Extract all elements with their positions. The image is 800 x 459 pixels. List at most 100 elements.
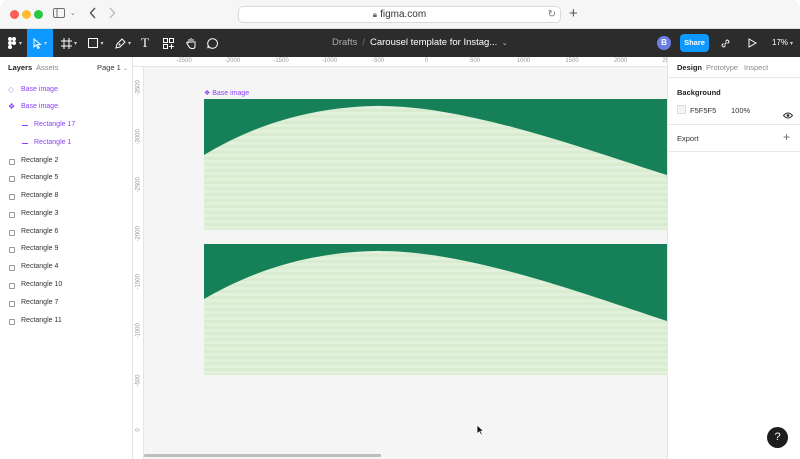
avatar[interactable]: B — [657, 36, 671, 50]
horizontal-scrollbar[interactable] — [144, 454, 381, 457]
ruler-tick-label: 500 — [469, 58, 481, 64]
layer-row[interactable]: Rectangle 2 — [0, 153, 133, 170]
frame-stripe — [204, 217, 667, 220]
share-button[interactable]: Share — [680, 34, 709, 52]
frame-stripe — [204, 368, 667, 371]
drafts-link[interactable]: Drafts — [332, 37, 357, 48]
component-icon: ❖ — [204, 90, 211, 97]
comment-tool-button[interactable] — [204, 29, 220, 57]
frame-tool-button[interactable]: ▾ — [57, 29, 81, 57]
frame-stripe — [204, 181, 667, 184]
zoom-value: 17% — [772, 38, 789, 47]
ruler-tick-label: -2500 — [176, 58, 192, 64]
ruler-tick-label: 2000 — [613, 58, 628, 64]
browser-toolbar: ⌄ 🔒︎ figma.com ↻ + — [0, 0, 800, 29]
frame-stripe — [204, 374, 667, 375]
chevron-down-icon: ▾ — [100, 40, 104, 47]
background-opacity-input[interactable]: 100% — [731, 106, 750, 115]
ruler-tick-label: -500 — [135, 374, 142, 387]
layer-label: Rectangle 5 — [21, 174, 59, 181]
page-name: Page 1 — [97, 63, 121, 72]
rectangle-frame[interactable] — [204, 244, 667, 375]
line-icon — [22, 143, 28, 144]
lock-icon: 🔒︎ — [372, 10, 378, 19]
frame-label[interactable]: ❖ Base image — [204, 89, 249, 97]
new-tab-button[interactable]: + — [569, 5, 578, 22]
tab-prototype[interactable]: Prototype — [706, 63, 738, 72]
base-image-frame[interactable] — [204, 99, 667, 230]
ruler-tick-label: -3000 — [135, 128, 142, 144]
chevron-down-icon[interactable]: ⌄ — [70, 7, 76, 21]
reload-icon[interactable]: ↻ — [548, 7, 556, 22]
layer-row[interactable]: Rectangle 17 — [0, 117, 133, 134]
ruler-tick-label: -1000 — [321, 58, 338, 64]
chevron-down-icon: ▾ — [43, 40, 47, 47]
tab-inspect[interactable]: Inspect — [744, 63, 768, 72]
eye-icon[interactable] — [782, 106, 794, 124]
ruler-tick-label: -1500 — [273, 58, 289, 64]
file-name[interactable]: Carousel template for Instag... — [370, 37, 497, 48]
layer-label: Rectangle 1 — [34, 139, 72, 146]
ruler-tick-label: 1000 — [516, 58, 531, 64]
main-menu-button[interactable]: ▾ — [4, 29, 26, 57]
tab-layers[interactable]: Layers — [8, 63, 32, 72]
forward-button[interactable] — [108, 7, 116, 22]
hand-tool-button[interactable] — [183, 29, 199, 57]
layer-row[interactable]: Rectangle 9 — [0, 241, 133, 258]
layer-row[interactable]: Rectangle 3 — [0, 206, 133, 223]
left-panel-tabs: Layers Assets Page 1 ⌄ — [0, 57, 133, 78]
rectangle-icon — [9, 247, 15, 253]
tab-design[interactable]: Design — [677, 63, 702, 72]
layer-label: Rectangle 3 — [21, 210, 59, 217]
present-button[interactable] — [744, 29, 760, 57]
component-icon: ❖ — [8, 102, 16, 111]
move-tool-button[interactable]: ▾ — [27, 29, 53, 57]
minimize-window-button[interactable] — [22, 10, 31, 19]
resources-button[interactable] — [160, 29, 176, 57]
background-hex-input[interactable]: F5F5F5 — [690, 106, 716, 115]
layer-row[interactable]: Rectangle 11 — [0, 313, 133, 330]
layer-row[interactable]: Rectangle 5 — [0, 170, 133, 187]
file-title: Drafts / Carousel template for Instag... ⌄ — [332, 29, 508, 57]
layer-row[interactable]: Rectangle 6 — [0, 224, 133, 241]
pen-icon — [115, 37, 126, 49]
chevron-down-icon[interactable]: ⌄ — [502, 40, 508, 47]
layer-row[interactable]: Rectangle 8 — [0, 188, 133, 205]
layer-row[interactable]: ❖ Base image — [0, 99, 133, 116]
frame-stripe — [204, 175, 667, 178]
frame-stripe — [204, 302, 667, 305]
zoom-dropdown[interactable]: 17% ▾ — [772, 29, 793, 57]
frame-stripe — [204, 356, 667, 359]
layer-row[interactable]: Rectangle 10 — [0, 277, 133, 294]
divider — [668, 151, 800, 152]
layer-row[interactable]: ◇ Base image — [0, 82, 133, 99]
sidebar-toggle-icon[interactable] — [53, 7, 65, 21]
copy-link-button[interactable] — [717, 29, 733, 57]
ruler-tick-label: -1000 — [135, 322, 142, 338]
pen-tool-button[interactable]: ▾ — [111, 29, 135, 57]
add-export-button[interactable]: + — [783, 130, 790, 144]
layer-label: Rectangle 10 — [21, 281, 63, 288]
zoom-window-button[interactable] — [34, 10, 43, 19]
frame-stripe — [204, 314, 667, 317]
chevron-down-icon: ▾ — [73, 40, 77, 47]
background-color-swatch[interactable] — [677, 105, 686, 114]
text-tool-button[interactable]: T — [137, 29, 153, 57]
address-bar[interactable]: 🔒︎ figma.com ↻ — [238, 6, 561, 23]
layer-row[interactable]: Rectangle 1 — [0, 135, 133, 152]
browser-window: ⌄ 🔒︎ figma.com ↻ + ▾ ▾ ▾ ▾ ▾ T Drafts / … — [0, 0, 800, 459]
shape-tool-button[interactable]: ▾ — [84, 29, 108, 57]
frame-stripe — [204, 169, 667, 172]
rectangle-icon — [9, 283, 15, 289]
frame-stripe — [204, 320, 667, 323]
help-button[interactable]: ? — [767, 427, 788, 448]
tab-assets[interactable]: Assets — [36, 63, 59, 72]
back-button[interactable] — [89, 7, 97, 22]
page-selector[interactable]: Page 1 ⌄ — [97, 63, 128, 72]
frame-stripe — [204, 350, 667, 353]
divider — [668, 77, 800, 78]
close-window-button[interactable] — [10, 10, 19, 19]
layer-row[interactable]: Rectangle 4 — [0, 259, 133, 276]
layer-row[interactable]: Rectangle 7 — [0, 295, 133, 312]
canvas[interactable]: ❖ Base image — [144, 67, 667, 459]
